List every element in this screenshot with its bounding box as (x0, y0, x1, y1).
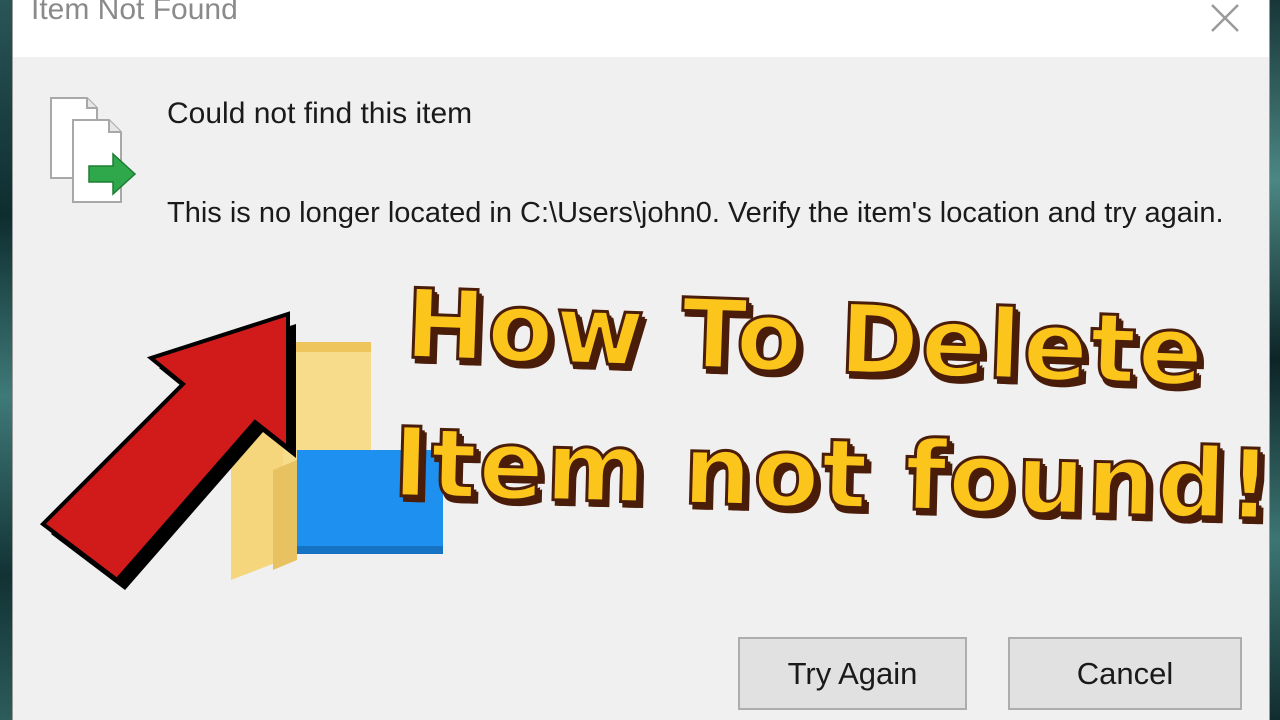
desktop-background-left (0, 0, 12, 720)
overlay-title-line1: How To Delete (402, 267, 1209, 410)
close-button[interactable] (1195, 0, 1255, 44)
overlay-title-line2: Item not found! (390, 405, 1276, 543)
try-again-button[interactable]: Try Again (738, 637, 967, 710)
cancel-button[interactable]: Cancel (1008, 637, 1242, 710)
red-arrow-icon (39, 311, 296, 590)
dialog-title: Item Not Found (31, 0, 238, 26)
close-icon (1211, 4, 1239, 32)
item-not-found-dialog: Item Not Found Could not find this item … (12, 0, 1277, 720)
file-move-icon (50, 97, 137, 203)
title-bar[interactable]: Item Not Found (13, 0, 1269, 57)
dialog-message: This is no longer located in C:\Users\jo… (167, 197, 1224, 229)
dialog-heading: Could not find this item (167, 97, 473, 130)
